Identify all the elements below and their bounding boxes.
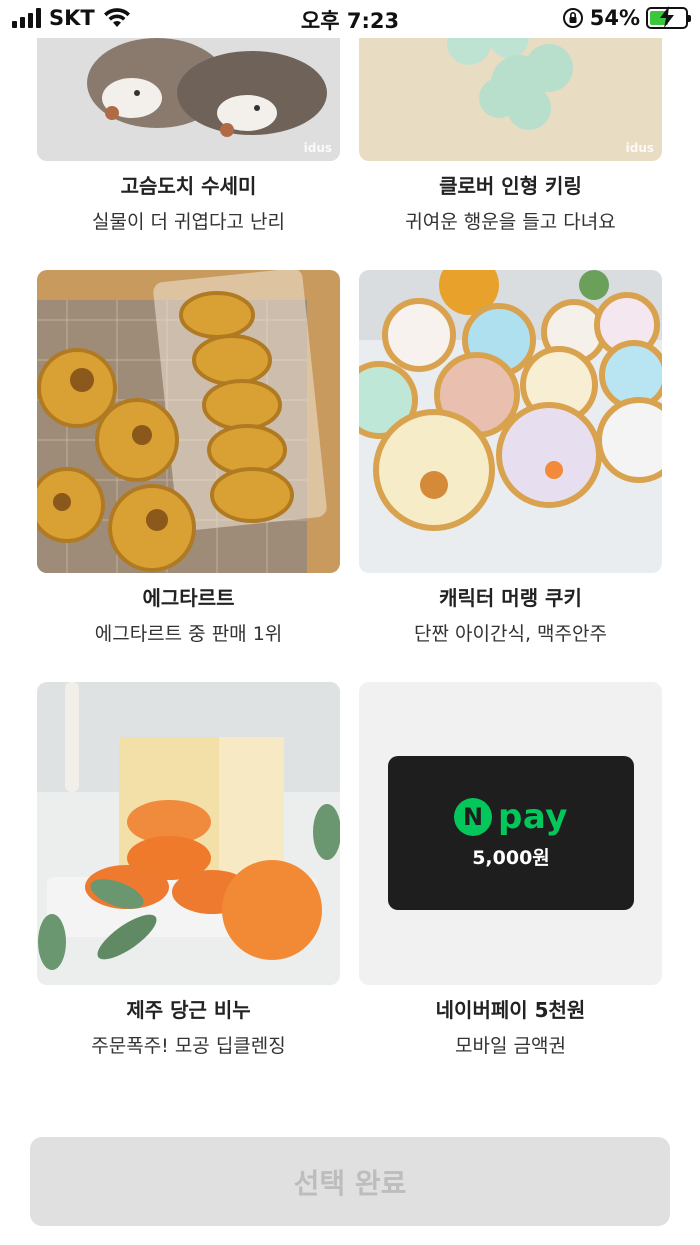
battery-percent: 54% bbox=[589, 6, 640, 30]
status-bar: SKT 오후 7:23 54% bbox=[0, 0, 700, 38]
product-card-egg-tart[interactable]: 에그타르트 에그타르트 중 판매 1위 bbox=[37, 270, 340, 647]
product-card-carrot-soap[interactable]: 제주 당근 비누 주문폭주! 모공 딥클렌징 bbox=[37, 682, 340, 1059]
product-subtitle: 모바일 금액권 bbox=[455, 1035, 566, 1057]
npay-logo: N pay bbox=[454, 797, 568, 837]
npay-amount: 5,000원 bbox=[472, 846, 550, 869]
product-card-naver-pay[interactable]: N pay 5,000원 네이버페이 5천원 모바일 금액권 bbox=[359, 682, 662, 1059]
npay-voucher-card: N pay 5,000원 bbox=[388, 756, 634, 910]
product-title: 캐릭터 머랭 쿠키 bbox=[439, 586, 582, 610]
product-subtitle: 주문폭주! 모공 딥클렌징 bbox=[91, 1035, 286, 1057]
npay-n-icon: N bbox=[454, 797, 493, 836]
product-image bbox=[37, 270, 340, 573]
product-subtitle: 에그타르트 중 판매 1위 bbox=[94, 623, 283, 645]
product-image bbox=[37, 682, 340, 985]
product-title: 고슴도치 수세미 bbox=[120, 174, 257, 198]
product-subtitle: 단짠 아이간식, 맥주안주 bbox=[414, 623, 607, 645]
product-title: 네이버페이 5천원 bbox=[435, 998, 586, 1022]
npay-wordmark: pay bbox=[498, 796, 568, 837]
product-subtitle: 실물이 더 귀엽다고 난리 bbox=[92, 211, 285, 233]
product-subtitle: 귀여운 행운을 들고 다녀요 bbox=[405, 211, 616, 233]
complete-selection-button[interactable]: 선택 완료 bbox=[30, 1137, 670, 1226]
product-image: N pay 5,000원 bbox=[359, 682, 662, 985]
product-card-meringue-cookie[interactable]: 캐릭터 머랭 쿠키 단짠 아이간식, 맥주안주 bbox=[359, 270, 662, 647]
charging-bolt-icon bbox=[660, 6, 674, 28]
idus-watermark: idus bbox=[303, 141, 332, 155]
idus-watermark: idus bbox=[625, 141, 654, 155]
product-title: 클로버 인형 키링 bbox=[439, 174, 582, 198]
product-title: 제주 당근 비누 bbox=[126, 998, 251, 1022]
battery-icon bbox=[646, 6, 691, 29]
product-title: 에그타르트 bbox=[142, 586, 235, 610]
rotation-lock-icon bbox=[562, 8, 583, 28]
product-image bbox=[359, 270, 662, 573]
